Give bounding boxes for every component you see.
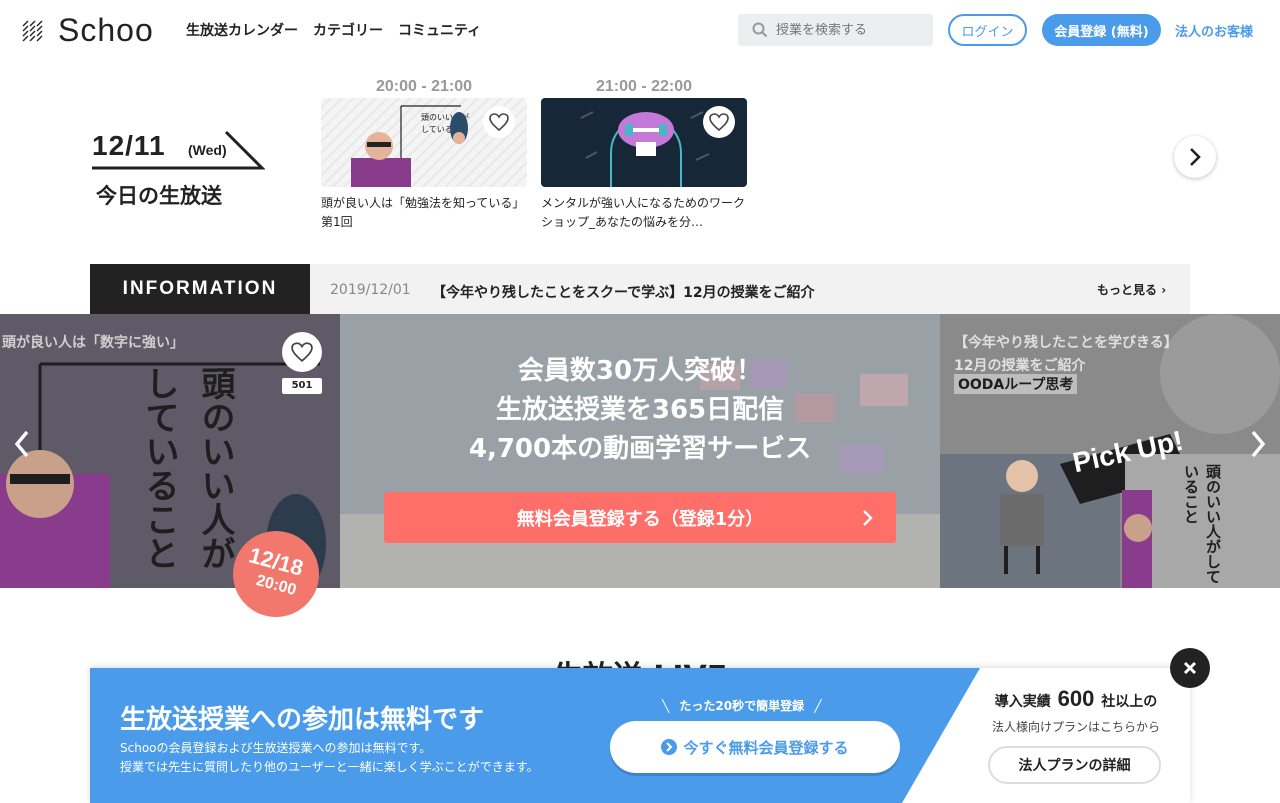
information-label: INFORMATION [90,264,310,314]
cta-label: 無料会員登録する（登録1分） [516,508,764,530]
schedule-title[interactable]: メンタルが強い人になるためのワークショップ_あなたの悩みを分… [541,194,747,234]
banner-description: Schooの会員登録および生放送授業への参加は無料です。 授業では先生に質問した… [120,739,539,777]
like-count: 501 [282,378,322,394]
today-label: 今日の生放送 [96,184,222,208]
banner-subcopy: ╲ たった20秒で簡単登録 ╱ [662,697,822,714]
information-link[interactable]: 【今年やり残したことをスクーで学ぶ】12月の授業をご紹介 [432,282,815,302]
schedule-thumbnail[interactable] [541,98,747,187]
corporate-number: 600 [1057,686,1095,711]
carousel-slide-right[interactable]: 【今年やり残したことを学びきる】 12月の授業をご紹介 OODAループ思考 Pi… [940,314,1280,588]
information-bar: INFORMATION 2019/12/01 【今年やり残したことをスクーで学ぶ… [90,264,1190,314]
slide-caption: 頭が良い人は「数字に強い」 [2,335,184,351]
banner-description-line: 授業では先生に質問したり他のユーザーと一緒に楽しく学ぶことができます。 [120,760,539,774]
information-date: 2019/12/01 [330,282,411,298]
carousel-slide-main[interactable]: 会員数30万人突破！ 生放送授業を365日配信 4,700本の動画学習サービス … [340,314,940,588]
slide-vertical-title: 頭のいい人がしていること [139,366,235,570]
main-nav: 生放送カレンダー カテゴリー コミュニティ [186,20,481,40]
today-weekday: (Wed) [188,142,227,158]
slash-right-icon: ╱ [814,699,822,713]
corporate-link[interactable]: 法人のお客様 [1175,21,1253,40]
schedule-title[interactable]: 頭が良い人は「勉強法を知っている」 第1回 [321,194,527,234]
more-label: もっと見る [1097,283,1158,297]
slash-left-icon: ╲ [662,699,670,713]
chevron-right-icon: › [1161,283,1167,297]
search-icon [752,22,768,38]
banner-subcopy-text: たった20秒で簡単登録 [679,699,805,713]
favorite-button[interactable] [703,106,735,138]
corporate-prefix: 導入実績 [994,694,1051,710]
schedule-card[interactable]: 20:00 - 21:00 頭のいい人が していること 頭が良い人は「勉強法を知… [321,78,527,234]
register-button[interactable]: 会員登録 (無料) [1042,14,1161,46]
close-banner-button[interactable] [1170,648,1210,688]
favorite-button[interactable] [483,106,515,138]
carousel-prev-button[interactable] [6,428,38,460]
nav-item-community[interactable]: コミュニティ [398,20,481,40]
slide-caption: 12月の授業をご紹介 [954,358,1086,374]
logo-mark-icon [22,20,43,42]
hero-copy-line: 生放送授業を365日配信 [495,395,785,425]
registration-banner: 生放送授業への参加は無料です Schooの会員登録および生放送授業への参加は無料… [90,668,1190,803]
hero-copy: 会員数30万人突破！ 生放送授業を365日配信 4,700本の動画学習サービス [340,352,940,469]
corporate-stats: 導入実績 600 社以上の [976,686,1176,712]
login-button[interactable]: ログイン [948,14,1027,46]
hero-copy-line: 会員数30万人突破！ [517,356,763,386]
banner-title: 生放送授業への参加は無料です [120,705,485,735]
nav-item-category[interactable]: カテゴリー [313,20,383,40]
search-box[interactable] [738,14,933,46]
arrow-circle-icon [661,739,678,755]
close-icon [1183,661,1197,675]
schedule-time: 21:00 - 22:00 [595,78,693,95]
schedule-card[interactable]: 21:00 - 22:00 メンタルが強い人になるためのワークショップ_あなたの… [541,78,747,234]
hero-carousel: 頭が良い人は「数字に強い」 頭のいい人がしていること 501 会員数30万人突破… [0,314,1280,588]
slide-caption: OODAループ思考 [954,374,1078,394]
corporate-suffix: 社以上の [1101,694,1158,710]
favorite-button[interactable] [282,332,322,372]
information-more-link[interactable]: もっと見る › [1097,281,1166,298]
heart-icon [489,113,509,131]
today-date: 12/11 [92,130,166,161]
banner-register-button[interactable]: 今すぐ無料会員登録する [610,721,900,773]
site-header: Schoo 生放送カレンダー カテゴリー コミュニティ ログイン 会員登録 (無… [0,0,1280,62]
slide-caption: 【今年やり残したことを学びきる】 [954,335,1178,351]
schedule-thumbnail[interactable]: 頭のいい人が していること [321,98,527,187]
heart-icon [291,342,313,362]
chevron-right-icon [1190,148,1201,166]
hero-copy-line: 4,700本の動画学習サービス [468,434,812,464]
heart-icon [709,113,729,131]
schedule-next-button[interactable] [1174,136,1216,178]
chevron-right-icon [1251,430,1266,458]
live-date-badge: 12/18 20:00 [233,531,319,617]
nav-item-calendar[interactable]: 生放送カレンダー [186,20,298,40]
search-input[interactable] [776,22,926,38]
chevron-left-icon [14,430,29,458]
logo[interactable]: Schoo [20,14,154,46]
carousel-next-button[interactable] [1242,428,1274,460]
banner-description-line: Schooの会員登録および生放送授業への参加は無料です。 [120,741,432,755]
slide-vertical-title: 頭のいい人がしていること [1182,464,1222,584]
schedule-time: 20:00 - 21:00 [375,78,473,95]
today-block: 12/11 (Wed) 今日の生放送 [90,128,265,218]
chevron-right-icon [863,510,873,526]
logo-text: Schoo [58,12,154,48]
corporate-description: 法人様向けプランはこちらから [991,720,1160,734]
corporate-plan-button[interactable]: 法人プランの詳細 [988,746,1161,784]
free-register-button[interactable]: 無料会員登録する（登録1分） [384,492,896,543]
banner-cta-label: 今すぐ無料会員登録する [683,738,849,757]
